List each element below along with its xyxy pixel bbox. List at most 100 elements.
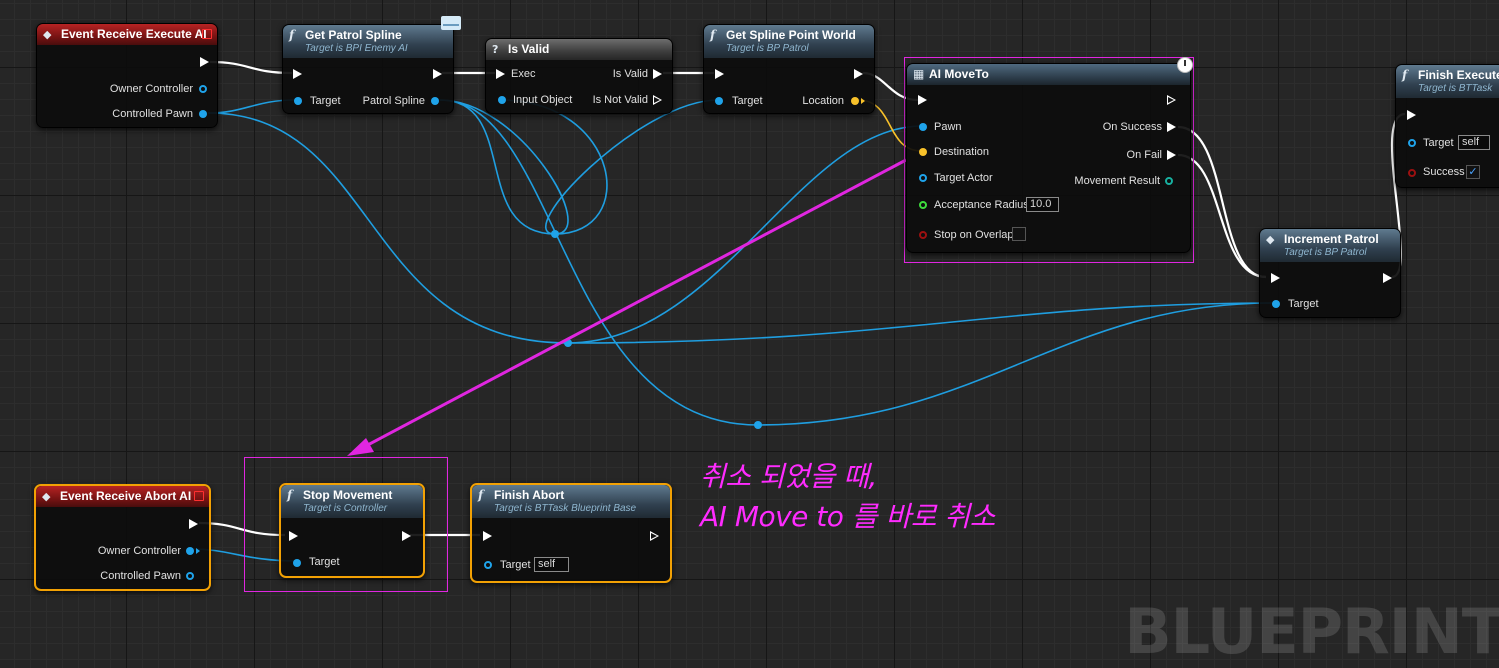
exec-out-pin[interactable] [650,531,659,541]
node-header[interactable]: ◆ Event Receive Execute AI [37,24,217,45]
node-title: Event Receive Execute AI [61,27,207,41]
controlled-pawn-pin[interactable] [199,110,207,118]
node-subtitle: Target is BP Patrol [726,43,809,54]
node-header[interactable]: ▦ AI MoveTo [907,64,1190,85]
success-checkbox[interactable]: ✓ [1466,165,1480,179]
delegate-pin-icon[interactable] [194,491,204,501]
event-icon: ◆ [1266,233,1275,246]
node-header[interactable]: ◆ Increment Patrol Target is BP Patrol [1260,229,1400,262]
annotation-line-2: AI Move to 를 바로 취소 [700,500,995,533]
target-self-field[interactable]: self [1458,135,1490,150]
pin-label-target: Target [732,95,763,107]
exec-out-pin[interactable] [1383,273,1392,283]
node-subtitle: Target is BPI Enemy AI [305,43,408,54]
node-header[interactable]: f Finish Execute Target is BTTask [1396,65,1499,98]
location-pin[interactable] [851,97,859,105]
exec-out-pin[interactable] [200,57,209,67]
exec-in-pin[interactable] [1407,110,1416,120]
node-header[interactable]: f Get Patrol Spline Target is BPI Enemy … [283,25,453,58]
target-pin[interactable] [484,561,492,569]
target-self-field[interactable]: self [534,557,569,572]
annotation-arrowhead [347,438,374,456]
node-header[interactable]: f Stop Movement Target is Controller [281,485,423,518]
destination-pin[interactable] [919,148,927,156]
is-valid-exec-pin[interactable] [653,69,662,79]
node-subtitle: Target is Controller [303,503,388,514]
reroute-knot [754,421,762,429]
pin-label-controlled-pawn: Controlled Pawn [100,570,181,582]
exec-out-pin[interactable] [854,69,863,79]
node-header[interactable]: f Finish Abort Target is BTTask Blueprin… [472,485,670,518]
stop-on-overlap-pin[interactable] [919,231,927,239]
movement-result-pin[interactable] [1165,177,1173,185]
target-pin[interactable] [294,97,302,105]
node-event-receive-execute-ai[interactable]: ◆ Event Receive Execute AI Owner Control… [36,23,218,128]
exec-in-pin[interactable] [483,531,492,541]
target-pin[interactable] [293,559,301,567]
function-icon: f [289,28,295,42]
event-icon: ◆ [42,490,51,503]
on-success-exec-pin[interactable] [1167,122,1176,132]
node-get-patrol-spline[interactable]: f Get Patrol Spline Target is BPI Enemy … [282,24,454,114]
node-ai-moveto[interactable]: ▦ AI MoveTo Pawn On Success Destination … [906,63,1191,253]
node-get-spline-point-world[interactable]: f Get Spline Point World Target is BP Pa… [703,24,875,114]
target-actor-pin[interactable] [919,174,927,182]
location-pin-arrow [861,98,865,104]
exec-in-pin[interactable] [289,531,298,541]
pin-label-acceptance-radius: Acceptance Radius [934,199,1029,211]
node-header[interactable]: f Get Spline Point World Target is BP Pa… [704,25,874,58]
on-fail-exec-pin[interactable] [1167,150,1176,160]
controlled-pawn-pin[interactable] [186,572,194,580]
pin-label-target-actor: Target Actor [934,172,993,184]
stop-on-overlap-checkbox[interactable] [1012,227,1026,241]
exec-in-pin[interactable] [715,69,724,79]
patrol-spline-pin[interactable] [431,97,439,105]
object-wire [439,99,608,235]
node-title: Finish Execute [1418,68,1499,82]
pin-label-target: Target [1423,137,1454,149]
exec-in-pin[interactable] [293,69,302,79]
pin-label-success: Success [1423,166,1465,178]
pawn-pin[interactable] [919,123,927,131]
exec-out-pin[interactable] [1167,95,1176,105]
node-title: Get Spline Point World [726,28,856,42]
target-pin[interactable] [715,97,723,105]
node-increment-patrol[interactable]: ◆ Increment Patrol Target is BP Patrol T… [1259,228,1401,318]
pin-label-stop-on-overlap: Stop on Overlap [934,229,1014,241]
node-header[interactable]: ? Is Valid [486,39,672,60]
input-object-pin[interactable] [498,96,506,104]
object-wire [567,302,1273,344]
node-finish-abort[interactable]: f Finish Abort Target is BTTask Blueprin… [470,483,672,583]
node-finish-execute[interactable]: f Finish Execute Target is BTTask Target… [1395,64,1499,188]
reroute-knot [564,339,572,347]
exec-out-pin[interactable] [433,69,442,79]
target-pin[interactable] [1408,139,1416,147]
message-envelope-icon [441,16,461,30]
node-stop-movement[interactable]: f Stop Movement Target is Controller Tar… [279,483,425,578]
owner-controller-pin[interactable] [199,85,207,93]
pin-label-owner-controller: Owner Controller [109,83,193,95]
exec-out-pin[interactable] [189,519,198,529]
is-not-valid-exec-pin[interactable] [653,95,662,105]
owner-controller-pin-arrow [196,548,200,554]
exec-in-pin[interactable] [1271,273,1280,283]
exec-in-pin[interactable] [918,95,927,105]
exec-out-pin[interactable] [402,531,411,541]
owner-controller-pin[interactable] [186,547,194,555]
target-pin[interactable] [1272,300,1280,308]
acceptance-radius-field[interactable]: 10.0 [1026,197,1059,212]
acceptance-radius-pin[interactable] [919,201,927,209]
node-subtitle: Target is BTTask Blueprint Base [494,503,637,514]
pin-label-movement-result: Movement Result [1074,175,1160,187]
node-title: Is Valid [508,42,550,56]
node-title: Increment Patrol [1284,232,1379,246]
success-pin[interactable] [1408,169,1416,177]
node-is-valid[interactable]: ? Is Valid Exec Is Valid Input Object Is… [485,38,673,114]
node-header[interactable]: ◆ Event Receive Abort AI [36,486,209,507]
delegate-pin-icon[interactable] [202,29,212,39]
exec-in-pin[interactable] [496,69,505,79]
node-event-receive-abort-ai[interactable]: ◆ Event Receive Abort AI Owner Controlle… [34,484,211,591]
node-title: Stop Movement [303,488,393,502]
pin-label-owner-controller: Owner Controller [97,545,181,557]
node-title: Event Receive Abort AI [60,489,192,503]
